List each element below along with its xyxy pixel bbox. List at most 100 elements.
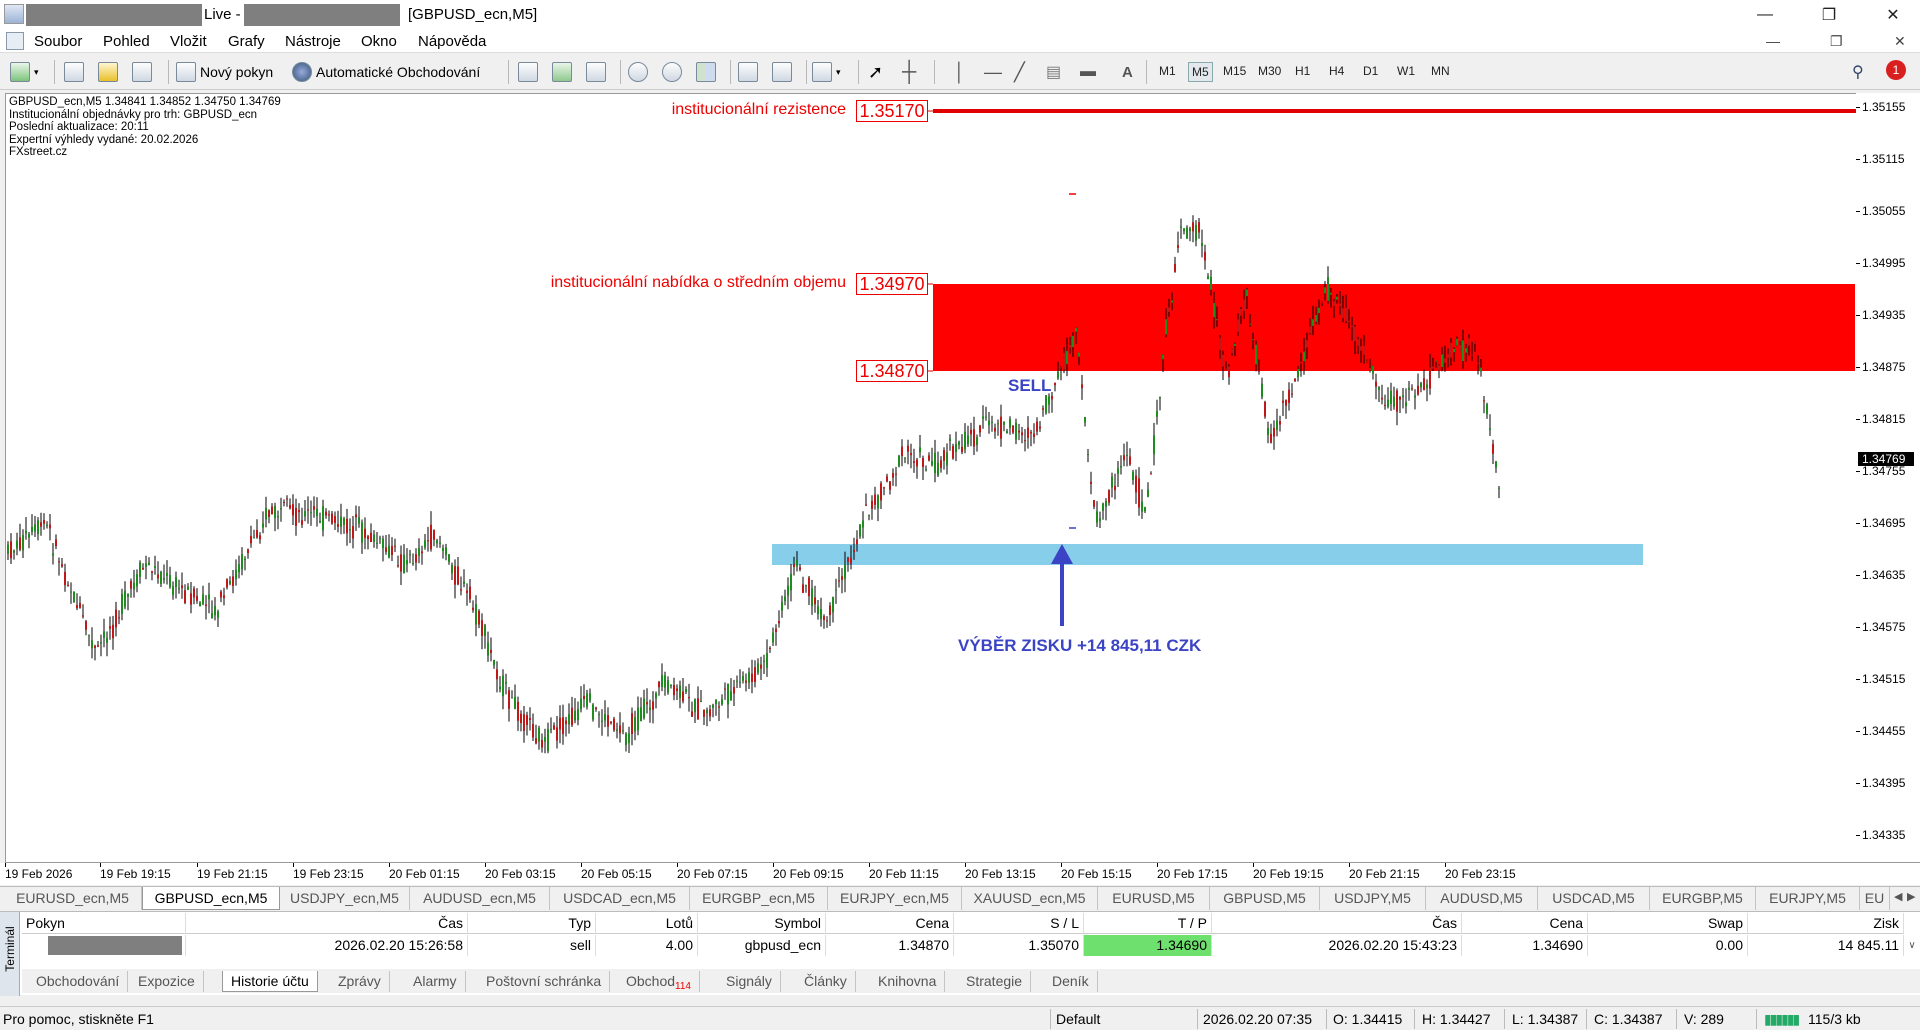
table-cell[interactable]: sell: [468, 935, 596, 956]
vertical-line-button[interactable]: │: [954, 59, 965, 85]
column-header[interactable]: Cena: [826, 913, 954, 934]
symbol-tab[interactable]: XAUUSD_ecn,M5: [962, 887, 1098, 910]
price-axis[interactable]: 1.35155 1.35115 1.35055 1.34995 1.34935 …: [1855, 93, 1920, 863]
tab-alarmy[interactable]: Alarmy: [405, 971, 466, 992]
maximize-button[interactable]: ❐: [1806, 0, 1852, 30]
table-cell[interactable]: 4.00: [596, 935, 698, 956]
candlestick-button[interactable]: [552, 59, 576, 85]
symbol-tab[interactable]: USDJPY,M5: [1320, 887, 1426, 910]
mdi-minimize-button[interactable]: —: [1766, 33, 1780, 49]
trendline-button[interactable]: ╱: [1014, 59, 1025, 85]
navigator-button[interactable]: [132, 59, 156, 85]
menu-okno[interactable]: Okno: [361, 33, 397, 50]
column-header[interactable]: Zisk: [1748, 913, 1904, 934]
symbol-tab[interactable]: EURGBP,M5: [1650, 887, 1756, 910]
timeframe-w1[interactable]: W1: [1394, 62, 1418, 80]
column-header[interactable]: T / P: [1084, 913, 1212, 934]
resistance-price-box[interactable]: 1.35170: [856, 100, 928, 122]
time-axis[interactable]: 19 Feb 2026 19 Feb 19:15 19 Feb 21:15 19…: [0, 863, 1920, 885]
column-header[interactable]: Swap: [1588, 913, 1748, 934]
timeframe-h1[interactable]: H1: [1292, 62, 1313, 80]
line-chart-button[interactable]: [586, 59, 610, 85]
text-tool-button[interactable]: A: [1122, 59, 1133, 85]
tab-obchod[interactable]: Obchod114: [618, 971, 700, 992]
table-cell[interactable]: 1.34690: [1462, 935, 1588, 956]
timeframe-m15[interactable]: M15: [1220, 62, 1249, 80]
tab-denik[interactable]: Deník: [1044, 971, 1098, 992]
tab-expozice[interactable]: Expozice: [130, 971, 204, 992]
zoom-in-button[interactable]: [628, 59, 652, 85]
new-order-button[interactable]: Nový pokyn: [176, 59, 273, 85]
supply-top-price-box[interactable]: 1.34970: [856, 273, 928, 295]
table-cell[interactable]: 2026.02.20 15:43:23: [1212, 935, 1462, 956]
search-button[interactable]: ⚲: [1852, 59, 1864, 85]
timeframe-h4[interactable]: H4: [1326, 62, 1347, 80]
symbol-tab[interactable]: USDCAD_ecn,M5: [550, 887, 690, 910]
tile-windows-button[interactable]: [696, 59, 720, 85]
menu-soubor[interactable]: Soubor: [34, 33, 82, 50]
mdi-close-button[interactable]: ✕: [1894, 33, 1906, 50]
symbol-tab[interactable]: EURGBP_ecn,M5: [690, 887, 828, 910]
column-header[interactable]: Typ: [468, 913, 596, 934]
table-cell[interactable]: 1.34870: [826, 935, 954, 956]
menu-napoveda[interactable]: Nápověda: [418, 33, 486, 50]
timeframe-m30[interactable]: M30: [1255, 62, 1284, 80]
take-profit-cell[interactable]: 1.34690: [1084, 935, 1212, 956]
crosshair-button[interactable]: ┼: [902, 59, 916, 85]
table-cell[interactable]: 0.00: [1588, 935, 1748, 956]
notification-badge[interactable]: 1: [1886, 60, 1906, 80]
symbol-tab[interactable]: EU: [1860, 887, 1890, 910]
tab-strategie[interactable]: Strategie: [958, 971, 1032, 992]
symbol-tab[interactable]: EURUSD_ecn,M5: [4, 887, 142, 910]
minimize-button[interactable]: —: [1742, 0, 1788, 30]
timeframe-d1[interactable]: D1: [1360, 62, 1381, 80]
market-watch-button[interactable]: [64, 59, 88, 85]
price-chart[interactable]: GBPUSD_ecn,M5 1.34841 1.34852 1.34750 1.…: [5, 93, 1860, 863]
channel-button[interactable]: ▤: [1046, 59, 1061, 85]
column-header[interactable]: Pokyn: [22, 913, 186, 934]
symbol-tab[interactable]: EURUSD,M5: [1098, 887, 1210, 910]
tab-zpravy[interactable]: Zprávy: [330, 971, 390, 992]
timeframe-mn[interactable]: MN: [1428, 62, 1453, 80]
symbol-tab[interactable]: EURJPY,M5: [1756, 887, 1860, 910]
table-cell[interactable]: gbpusd_ecn: [698, 935, 826, 956]
table-cell[interactable]: 2026.02.20 15:26:58: [186, 935, 468, 956]
new-chart-button[interactable]: ▾: [10, 59, 39, 85]
symbol-tab[interactable]: EURJPY_ecn,M5: [828, 887, 962, 910]
chart-shift-button[interactable]: [772, 59, 796, 85]
symbol-tab[interactable]: USDJPY_ecn,M5: [280, 887, 410, 910]
favorites-button[interactable]: [98, 59, 122, 85]
symbol-tab[interactable]: GBPUSD,M5: [1210, 887, 1320, 910]
menu-vlozit[interactable]: Vložit: [170, 33, 207, 50]
symbol-tab[interactable]: AUDUSD_ecn,M5: [410, 887, 550, 910]
timeframe-m5[interactable]: M5: [1188, 62, 1213, 82]
indicators-button[interactable]: ▾: [812, 59, 841, 85]
autoscroll-button[interactable]: [738, 59, 762, 85]
column-header[interactable]: Lotů: [596, 913, 698, 934]
tab-postovni-schranka[interactable]: Poštovní schránka: [478, 971, 611, 992]
cursor-button[interactable]: ➚: [868, 59, 883, 85]
tabs-scroll-left-button[interactable]: ◀: [1894, 890, 1902, 903]
terminal-scroll-down-icon[interactable]: ∨: [1904, 935, 1920, 956]
table-cell[interactable]: 1.35070: [954, 935, 1084, 956]
menu-nastroje[interactable]: Nástroje: [285, 33, 341, 50]
column-header[interactable]: S / L: [954, 913, 1084, 934]
menu-grafy[interactable]: Grafy: [228, 33, 265, 50]
tab-obchodovani[interactable]: Obchodování: [28, 971, 129, 992]
tab-knihovna[interactable]: Knihovna: [870, 971, 946, 992]
order-id-cell[interactable]: [22, 935, 186, 956]
mdi-restore-button[interactable]: ❐: [1830, 33, 1843, 50]
horizontal-line-button[interactable]: —: [984, 59, 1002, 85]
profit-cell[interactable]: 14 845.11: [1748, 935, 1904, 956]
column-header[interactable]: Čas: [1212, 913, 1462, 934]
tab-clanky[interactable]: Články: [796, 971, 856, 992]
status-profile[interactable]: Default: [1056, 1011, 1100, 1027]
zoom-out-button[interactable]: [662, 59, 686, 85]
tab-historie-uctu[interactable]: Historie účtu: [222, 971, 318, 992]
column-header[interactable]: Čas: [186, 913, 468, 934]
symbol-tab-active[interactable]: GBPUSD_ecn,M5: [142, 887, 280, 910]
document-icon[interactable]: [6, 32, 24, 50]
tab-signaly[interactable]: Signály: [718, 971, 781, 992]
column-header[interactable]: Symbol: [698, 913, 826, 934]
symbol-tab[interactable]: AUDUSD,M5: [1426, 887, 1538, 910]
